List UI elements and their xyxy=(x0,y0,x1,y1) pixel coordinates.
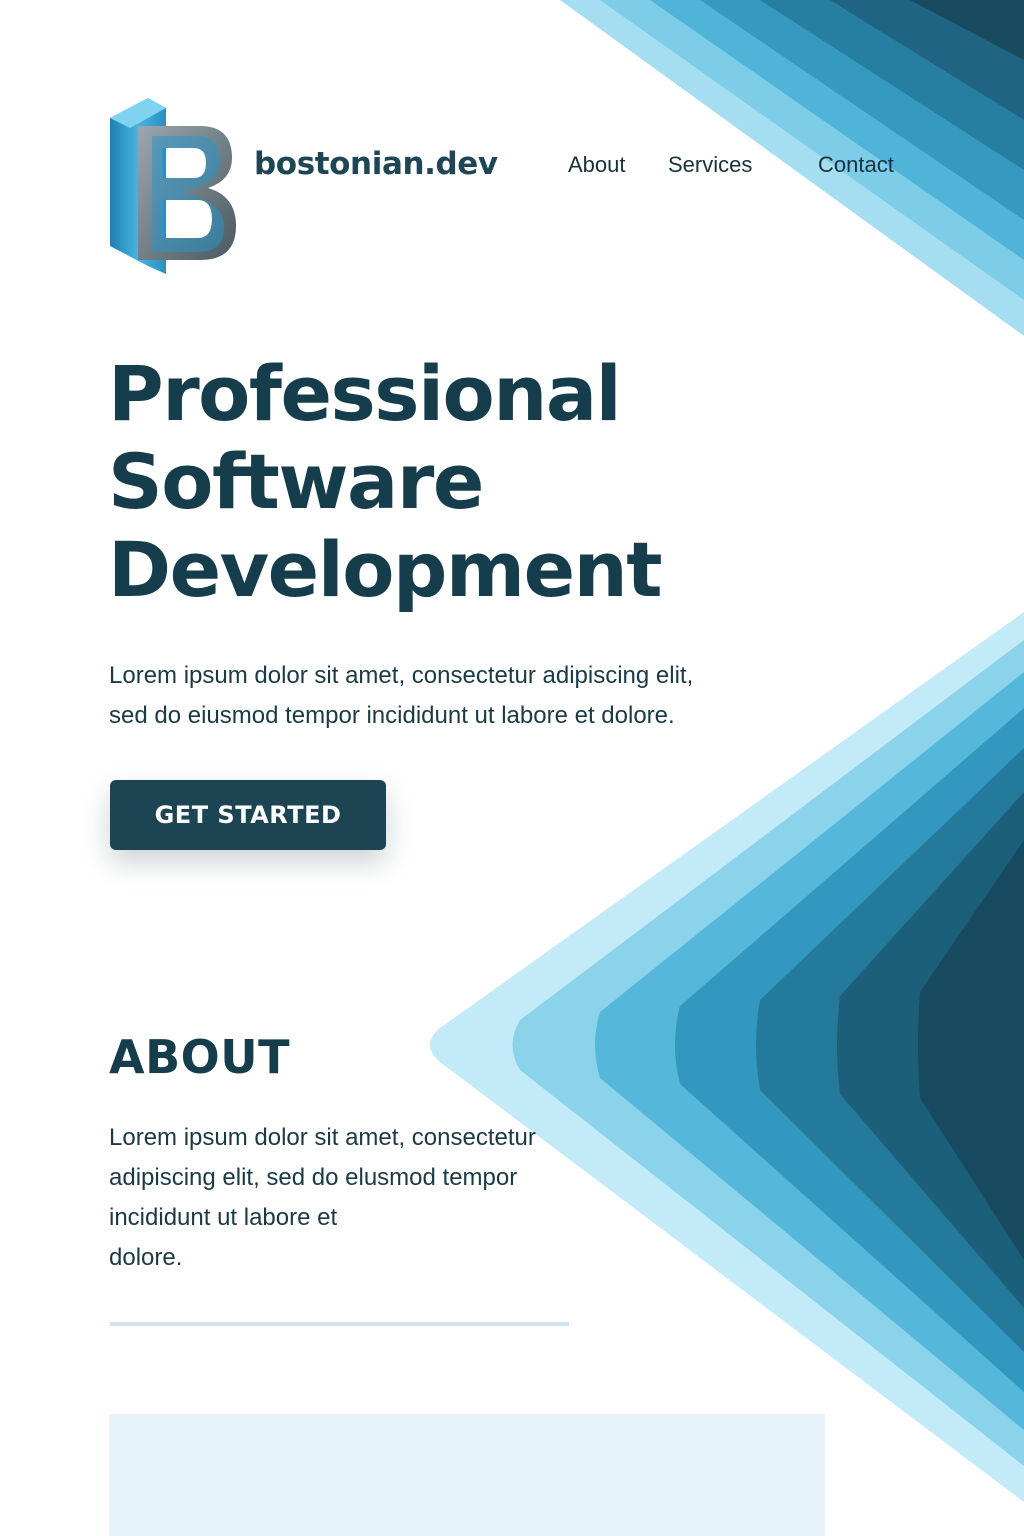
hero-description: Lorem ipsum dolor sit amet, consectetur … xyxy=(109,656,809,736)
brand-name: bostonian.dev xyxy=(254,146,498,182)
about-description: Lorem ipsum dolor sit amet, consectetur … xyxy=(109,1118,629,1278)
top-right-stripes xyxy=(560,0,1024,336)
hero-text-line: sed do eiusmod tempor incididunt ut labo… xyxy=(109,702,675,729)
content-panel xyxy=(109,1414,825,1536)
b-monogram-logo-icon xyxy=(110,98,236,274)
landing-page: bostonian.dev About Services Contact Pro… xyxy=(0,0,1024,1536)
about-text-line: incididunt ut labore et xyxy=(109,1204,338,1231)
get-started-button[interactable]: GET STARTED xyxy=(110,780,386,850)
hero-title-line: Development xyxy=(108,525,663,614)
nav-item-services[interactable]: Services xyxy=(668,152,752,178)
about-text-line: Lorem ipsum dolor sit amet, consectetur xyxy=(109,1124,536,1151)
hero-title: Professional Software Development xyxy=(108,350,728,614)
nav-item-about[interactable]: About xyxy=(568,152,626,178)
about-text-line: adipiscing elit, sed do elusmod tempor xyxy=(109,1164,518,1191)
about-text-line: dolore. xyxy=(109,1244,183,1271)
section-divider xyxy=(110,1322,569,1326)
brand[interactable]: bostonian.dev xyxy=(108,96,498,280)
hero-text-line: Lorem ipsum dolor sit amet, consectetur … xyxy=(109,662,694,689)
hero-title-line: Software xyxy=(108,437,484,526)
hero-title-line: Professional xyxy=(108,349,622,438)
right-chevron-stripes xyxy=(430,612,1024,1502)
about-heading: ABOUT xyxy=(109,1030,290,1084)
nav-item-contact[interactable]: Contact xyxy=(818,152,894,178)
